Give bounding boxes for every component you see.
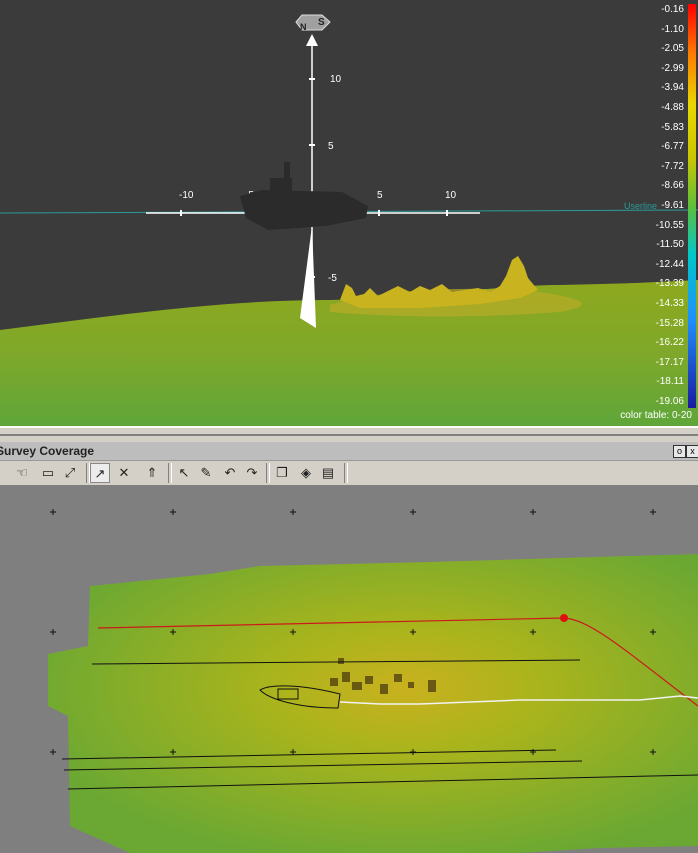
layers-icon[interactable]: ❐ <box>272 463 292 483</box>
htick-5: 5 <box>377 190 383 201</box>
color-scale-label: -16.22 <box>655 337 684 349</box>
color-scale-label: -0.16 <box>661 4 684 15</box>
measure-tool-icon[interactable]: ▭ <box>38 463 58 483</box>
color-scale-label: -5.83 <box>661 121 684 133</box>
pin-button[interactable]: o <box>673 445 686 458</box>
remove-tool-icon[interactable]: ✕ <box>114 463 134 483</box>
color-scale-label: -13.39 <box>655 278 684 290</box>
color-scale-label: -10.55 <box>655 219 684 231</box>
color-scale-label: -9.61 <box>661 200 684 211</box>
color-table-label: color table: 0-20 <box>620 410 692 421</box>
profile-tool-icon[interactable]: ⤢ <box>60 463 80 483</box>
color-scale-label: -17.17 <box>655 356 684 368</box>
compass-s-label: S <box>318 17 325 28</box>
color-scale-label: -14.33 <box>655 298 684 309</box>
vtick-10: 10 <box>330 74 342 85</box>
3d-view-panel[interactable]: S N 10 5 -5 -10 -5 5 10 Userline <box>0 0 698 426</box>
color-scale-label: -11.50 <box>656 239 684 251</box>
survey-coverage-titlebar[interactable]: Survey Coverage o x <box>0 442 698 461</box>
panel-splitter[interactable] <box>0 426 698 436</box>
toolbar-separator <box>266 463 270 483</box>
axis-markers <box>180 78 448 278</box>
undo-icon[interactable]: ↶ <box>220 463 240 483</box>
color-scale-label: -2.05 <box>661 43 684 55</box>
panel-title: Survey Coverage <box>0 444 95 458</box>
color-edit-icon[interactable]: ✎ <box>196 463 216 483</box>
heading-tool-icon[interactable]: ⇑ <box>142 463 162 483</box>
waypoint-marker <box>560 614 568 622</box>
coverage-map[interactable] <box>0 486 698 853</box>
select-tool-icon[interactable]: ↖ <box>174 463 194 483</box>
toolbar: ☜ ▭ ⤢ ↗ ✕ ⇑ ↖ ✎ ↶ ↷ ❐ ◈ ▤ <box>0 461 698 486</box>
color-scale-label: -18.11 <box>656 376 684 388</box>
properties-icon[interactable]: ▤ <box>318 463 338 483</box>
vessel-icon <box>240 162 368 230</box>
line-tool-icon[interactable]: ↗ <box>90 463 110 483</box>
color-scale-label: -3.94 <box>661 82 684 94</box>
color-scale-label: -19.06 <box>655 396 684 407</box>
color-scale-bar <box>688 4 696 408</box>
pan-tool-icon[interactable]: ☜ <box>12 463 32 483</box>
vtick-5: 5 <box>328 141 334 152</box>
htick-10: 10 <box>445 190 457 201</box>
vtick-neg5: -5 <box>328 273 337 284</box>
color-scale-label: -2.99 <box>661 62 684 74</box>
color-scale-label: -12.44 <box>655 258 684 270</box>
sonar-beam <box>300 226 316 328</box>
color-scale-label: -8.66 <box>661 180 684 192</box>
color-scale-label: -7.72 <box>661 160 684 172</box>
survey-coverage-panel: Survey Coverage o x ☜ ▭ ⤢ ↗ ✕ ⇑ ↖ ✎ ↶ ↷ … <box>0 436 698 853</box>
color-scale-label: -15.28 <box>655 317 684 329</box>
userline-label: Userline <box>624 201 657 211</box>
toolbar-separator <box>168 463 172 483</box>
close-button[interactable]: x <box>686 445 698 458</box>
compass-n-label: N <box>300 22 307 32</box>
redo-icon[interactable]: ↷ <box>242 463 262 483</box>
color-scale-label: -6.77 <box>661 141 684 153</box>
3d-scene[interactable]: S N 10 5 -5 -10 -5 5 10 Userline <box>0 0 698 426</box>
coverage-map-canvas[interactable] <box>0 486 698 853</box>
toolbar-separator <box>344 463 348 483</box>
color-scale-label: -4.88 <box>661 102 684 113</box>
color-scale-label: -1.10 <box>661 23 684 35</box>
htick-neg10: -10 <box>179 190 194 201</box>
palette-icon[interactable]: ◈ <box>296 463 316 483</box>
